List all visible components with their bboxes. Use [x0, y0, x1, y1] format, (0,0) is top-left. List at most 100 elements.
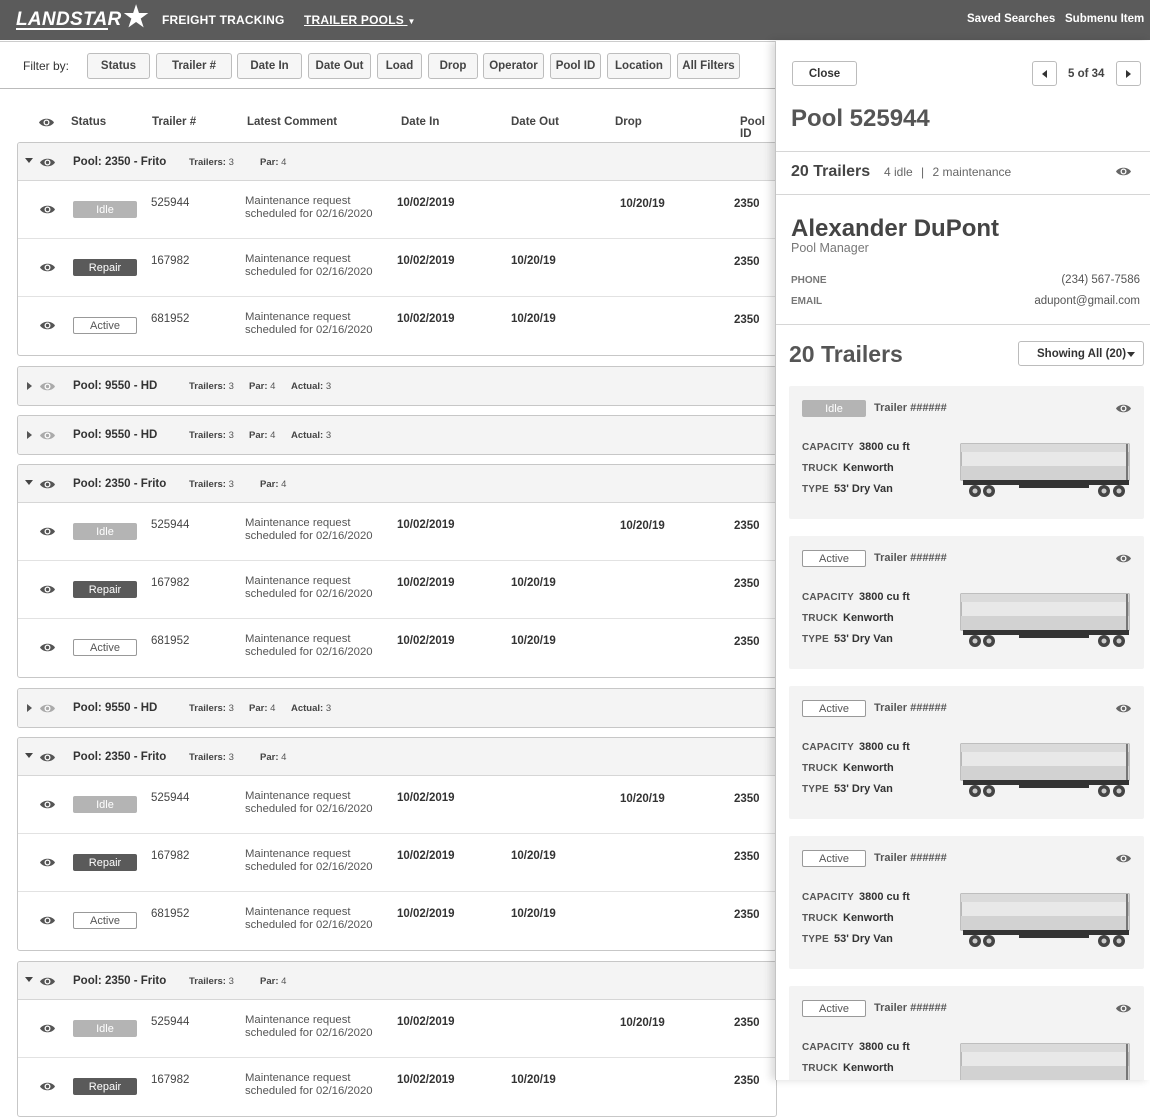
eye-icon[interactable]: [1115, 166, 1132, 177]
eye-icon[interactable]: [39, 320, 56, 331]
pool-group-header[interactable]: Pool: 2350 - Frito Trailers: 3 Par: 4: [18, 465, 776, 503]
column-header-pool-id[interactable]: Pool ID: [740, 116, 775, 140]
status-badge: Idle: [73, 1020, 137, 1037]
trailer-number[interactable]: 525944: [151, 197, 189, 209]
filter-chip-load[interactable]: Load: [377, 53, 422, 79]
trailer-card[interactable]: Active Trailer ###### CAPACITY 3800 cu ft TR…: [789, 536, 1144, 669]
trailer-card[interactable]: Active Trailer ###### CAPACITY 3800 cu ft TR…: [789, 686, 1144, 819]
eye-icon[interactable]: [39, 204, 56, 215]
trailer-number[interactable]: 681952: [151, 313, 189, 325]
saved-searches-link[interactable]: Saved Searches: [967, 13, 1055, 25]
trailer-number[interactable]: 681952: [151, 635, 189, 647]
table-row[interactable]: Idle 525944 Maintenance request scheduled f…: [18, 1000, 776, 1058]
column-header-date-out[interactable]: Date Out: [511, 116, 559, 128]
eye-icon[interactable]: [39, 915, 56, 926]
filter-chip-date-in[interactable]: Date In: [237, 53, 302, 79]
table-row[interactable]: Idle 525944 Maintenance request scheduled f…: [18, 776, 776, 834]
next-button[interactable]: [1116, 61, 1141, 86]
nav-trailer-pools[interactable]: TRAILER POOLS ▼: [304, 13, 416, 27]
eye-icon[interactable]: [39, 976, 56, 987]
filter-chip-date-out[interactable]: Date Out: [308, 53, 371, 79]
eye-icon[interactable]: [39, 430, 56, 441]
caret-down-icon[interactable]: [25, 753, 33, 758]
eye-icon[interactable]: [1115, 853, 1132, 864]
type-label: TYPE: [802, 634, 829, 645]
filter-chip-pool-id[interactable]: Pool ID: [550, 53, 601, 79]
eye-icon[interactable]: [39, 642, 56, 653]
submenu-item-link[interactable]: Submenu Item: [1065, 13, 1144, 25]
type-value: 53' Dry Van: [834, 483, 893, 495]
trailer-number[interactable]: 167982: [151, 850, 189, 862]
table-row[interactable]: Repair 167982 Maintenance request scheduled…: [18, 834, 776, 892]
comment-line-1: Maintenance request: [245, 253, 351, 265]
column-header-status[interactable]: Status: [71, 116, 106, 128]
eye-icon[interactable]: [39, 799, 56, 810]
eye-icon[interactable]: [1115, 403, 1132, 414]
pool-group-header[interactable]: Pool: 2350 - Frito Trailers: 3 Par: 4: [18, 738, 776, 776]
table-row[interactable]: Repair 167982 Maintenance request scheduled…: [18, 239, 776, 297]
caret-right-icon[interactable]: [27, 704, 32, 712]
eye-icon[interactable]: [1115, 703, 1132, 714]
trailer-number[interactable]: 167982: [151, 255, 189, 267]
trailer-card[interactable]: Active Trailer ###### CAPACITY 3800 cu ft TR…: [789, 836, 1144, 969]
eye-icon[interactable]: [39, 857, 56, 868]
showing-dropdown[interactable]: Showing All (20): [1018, 341, 1144, 366]
table-row[interactable]: Active 681952 Maintenance request scheduled…: [18, 892, 776, 950]
close-button[interactable]: Close: [792, 61, 857, 86]
pool-group-header[interactable]: Pool: 9550 - HD Trailers: 3 Par: 4 Actual: …: [18, 416, 776, 454]
eye-icon[interactable]: [39, 584, 56, 595]
pool-group-header[interactable]: Pool: 9550 - HD Trailers: 3 Par: 4 Actual: …: [18, 367, 776, 405]
caret-right-icon[interactable]: [27, 431, 32, 439]
column-header-latest-comment[interactable]: Latest Comment: [247, 116, 337, 128]
table-row[interactable]: Idle 525944 Maintenance request scheduled f…: [18, 181, 776, 239]
eye-icon[interactable]: [39, 703, 56, 714]
filter-chip-location[interactable]: Location: [607, 53, 671, 79]
eye-icon[interactable]: [39, 479, 56, 490]
eye-icon[interactable]: [1115, 1003, 1132, 1014]
caret-down-icon[interactable]: [25, 480, 33, 485]
eye-icon[interactable]: [39, 752, 56, 763]
trailer-number[interactable]: 167982: [151, 577, 189, 589]
table-row[interactable]: Active 681952 Maintenance request scheduled…: [18, 297, 776, 355]
pool-group-header[interactable]: Pool: 2350 - Frito Trailers: 3 Par: 4: [18, 143, 776, 181]
column-header-drop[interactable]: Drop: [615, 116, 642, 128]
table-row[interactable]: Idle 525944 Maintenance request scheduled f…: [18, 503, 776, 561]
eye-icon[interactable]: [1115, 553, 1132, 564]
table-row[interactable]: Active 681952 Maintenance request scheduled…: [18, 619, 776, 677]
trailer-number[interactable]: 525944: [151, 792, 189, 804]
trailer-card[interactable]: Idle Trailer ###### CAPACITY 3800 cu ft TRUC…: [789, 386, 1144, 519]
caret-right-icon[interactable]: [27, 382, 32, 390]
pool-group-header[interactable]: Pool: 9550 - HD Trailers: 3 Par: 4 Actual: …: [18, 689, 776, 727]
trailer-number[interactable]: 681952: [151, 908, 189, 920]
phone-label: PHONE: [791, 275, 827, 286]
previous-button[interactable]: [1032, 61, 1057, 86]
trailer-number[interactable]: 525944: [151, 519, 189, 531]
nav-freight-tracking[interactable]: FREIGHT TRACKING: [162, 13, 285, 27]
filter-chip-all-filters[interactable]: All Filters: [677, 53, 740, 79]
table-row[interactable]: Repair 167982 Maintenance request scheduled…: [18, 561, 776, 619]
filter-chip-trailer[interactable]: Trailer #: [156, 53, 232, 79]
phone-value[interactable]: (234) 567-7586: [1061, 274, 1140, 286]
pool-trailers-count: Trailers: 3: [189, 752, 234, 763]
eye-icon[interactable]: [39, 1023, 56, 1034]
column-header-date-in[interactable]: Date In: [401, 116, 439, 128]
column-header-trailer[interactable]: Trailer #: [152, 116, 196, 128]
pool-group-header[interactable]: Pool: 2350 - Frito Trailers: 3 Par: 4: [18, 962, 776, 1000]
filter-chip-status[interactable]: Status: [87, 53, 150, 79]
eye-icon[interactable]: [39, 381, 56, 392]
eye-icon[interactable]: [38, 117, 55, 128]
eye-icon[interactable]: [39, 262, 56, 273]
capacity-label: CAPACITY: [802, 892, 854, 903]
trailer-card[interactable]: Active Trailer ###### CAPACITY 3800 cu ft TR…: [789, 986, 1144, 1080]
eye-icon[interactable]: [39, 157, 56, 168]
email-value[interactable]: adupont@gmail.com: [1034, 295, 1140, 307]
trailer-number[interactable]: 167982: [151, 1074, 189, 1086]
table-row[interactable]: Repair 167982 Maintenance request scheduled…: [18, 1058, 776, 1116]
caret-down-icon[interactable]: [25, 977, 33, 982]
filter-chip-operator[interactable]: Operator: [483, 53, 544, 79]
eye-icon[interactable]: [39, 1081, 56, 1092]
caret-down-icon[interactable]: [25, 158, 33, 163]
eye-icon[interactable]: [39, 526, 56, 537]
filter-chip-drop[interactable]: Drop: [428, 53, 478, 79]
trailer-number[interactable]: 525944: [151, 1016, 189, 1028]
